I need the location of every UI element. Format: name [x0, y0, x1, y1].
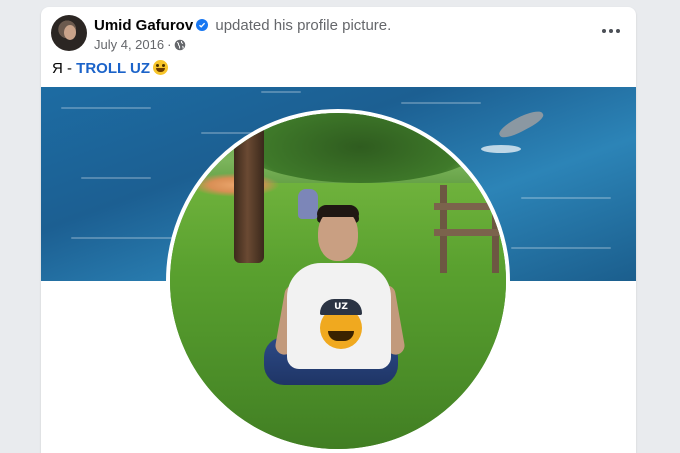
avatar-face	[64, 25, 76, 40]
wave	[61, 107, 151, 109]
wave	[261, 91, 301, 93]
caption-link[interactable]: TROLL UZ	[76, 60, 150, 77]
background-person	[298, 189, 318, 219]
tree-trunk	[234, 123, 264, 263]
wave	[521, 197, 611, 199]
wave	[71, 237, 181, 239]
feed-post-card: Umid Gafurov updated his profile picture…	[41, 7, 636, 453]
post-caption: Я - TROLL UZ	[52, 60, 169, 77]
author-avatar[interactable]	[51, 15, 87, 51]
more-options-icon[interactable]	[602, 25, 622, 37]
post-meta: July 4, 2016 ·	[94, 37, 186, 54]
grinning-face-emoji-icon	[153, 60, 169, 75]
shirt-print-cap: UZ	[320, 299, 362, 315]
author-name[interactable]: Umid Gafurov	[94, 17, 193, 34]
post-title-line: Umid Gafurov updated his profile picture…	[94, 17, 391, 34]
globe-icon[interactable]	[174, 39, 186, 54]
dot	[616, 29, 620, 33]
dot	[609, 29, 613, 33]
wooden-fence	[434, 185, 506, 273]
post-header: Umid Gafurov updated his profile picture…	[41, 7, 636, 59]
post-action-text: updated his profile picture.	[215, 17, 392, 34]
verified-badge-icon	[196, 19, 209, 31]
wave	[511, 247, 611, 249]
caption-text: Я -	[52, 60, 77, 77]
dot	[602, 29, 606, 33]
post-date[interactable]: July 4, 2016	[94, 37, 164, 52]
person-hair-top	[317, 205, 359, 217]
wave	[81, 177, 151, 179]
meta-separator: ·	[167, 37, 172, 52]
wave	[401, 102, 481, 104]
profile-picture[interactable]: UZ	[166, 109, 510, 453]
